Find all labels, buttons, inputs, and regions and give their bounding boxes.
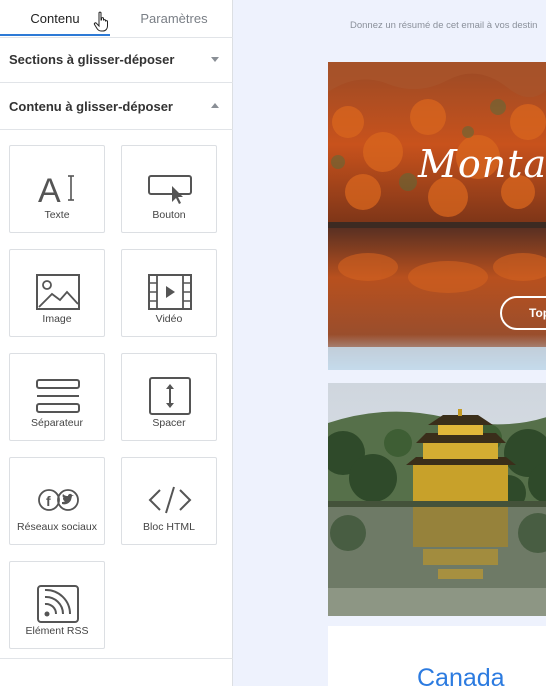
html-icon — [146, 480, 194, 520]
section-label: Contenu à glisser-déposer — [9, 99, 173, 114]
social-icon: f — [34, 480, 82, 520]
spacer-icon — [146, 376, 194, 416]
email-summary-input[interactable]: Donnez un résumé de cet email à vos dest… — [350, 20, 537, 31]
video-icon — [146, 272, 194, 312]
block-spacer[interactable]: Spacer — [121, 353, 217, 441]
block-image[interactable]: Image — [9, 249, 105, 337]
block-html[interactable]: Bloc HTML — [121, 457, 217, 545]
section-title: Canada — [417, 664, 505, 686]
golden-pavilion-image — [328, 383, 546, 616]
content-block[interactable]: Canada — [328, 626, 546, 686]
block-rss[interactable]: Elément RSS — [9, 561, 105, 649]
text-icon: A — [34, 168, 82, 208]
block-label: Texte — [44, 209, 70, 221]
hand-cursor-icon — [93, 11, 108, 32]
tab-bar: Contenu Paramètres — [0, 0, 233, 38]
block-label: Elément RSS — [25, 625, 89, 637]
block-social[interactable]: f Réseaux sociaux — [9, 457, 105, 545]
section-label: Sections à glisser-déposer — [9, 52, 175, 67]
image-icon — [34, 272, 82, 312]
hero-title: Montagn — [418, 142, 546, 186]
email-canvas: Donnez un résumé de cet email à vos dest… — [233, 0, 546, 686]
block-label: Spacer — [152, 417, 186, 429]
chevron-down-icon — [211, 57, 219, 62]
block-label: Bouton — [152, 209, 186, 221]
section-header-sections[interactable]: Sections à glisser-déposer — [0, 37, 233, 83]
block-label: Réseaux sociaux — [17, 521, 97, 533]
rss-icon — [34, 584, 82, 624]
block-label: Image — [42, 313, 72, 325]
block-label: Séparateur — [31, 417, 83, 429]
block-label: Bloc HTML — [143, 521, 195, 533]
button-icon — [146, 168, 194, 208]
hero-cta-button[interactable]: Top — [500, 296, 546, 330]
divider — [0, 658, 233, 659]
block-separator[interactable]: Séparateur — [9, 353, 105, 441]
block-label: Vidéo — [155, 313, 183, 325]
active-tab-indicator — [0, 34, 110, 36]
pagoda-image-block[interactable] — [328, 383, 546, 616]
section-header-contenu[interactable]: Contenu à glisser-déposer — [0, 84, 233, 130]
tab-parametres[interactable]: Paramètres — [116, 0, 232, 37]
sidebar: Contenu Paramètres Sections à glisser-dé… — [0, 0, 233, 686]
chevron-up-icon — [211, 103, 219, 108]
hero-image-block[interactable]: Montagn Top — [328, 62, 546, 370]
separator-icon — [34, 376, 82, 416]
svg-text:f: f — [46, 493, 51, 509]
block-button[interactable]: Bouton — [121, 145, 217, 233]
svg-text:A: A — [38, 172, 61, 208]
block-text[interactable]: A Texte — [9, 145, 105, 233]
block-video[interactable]: Vidéo — [121, 249, 217, 337]
